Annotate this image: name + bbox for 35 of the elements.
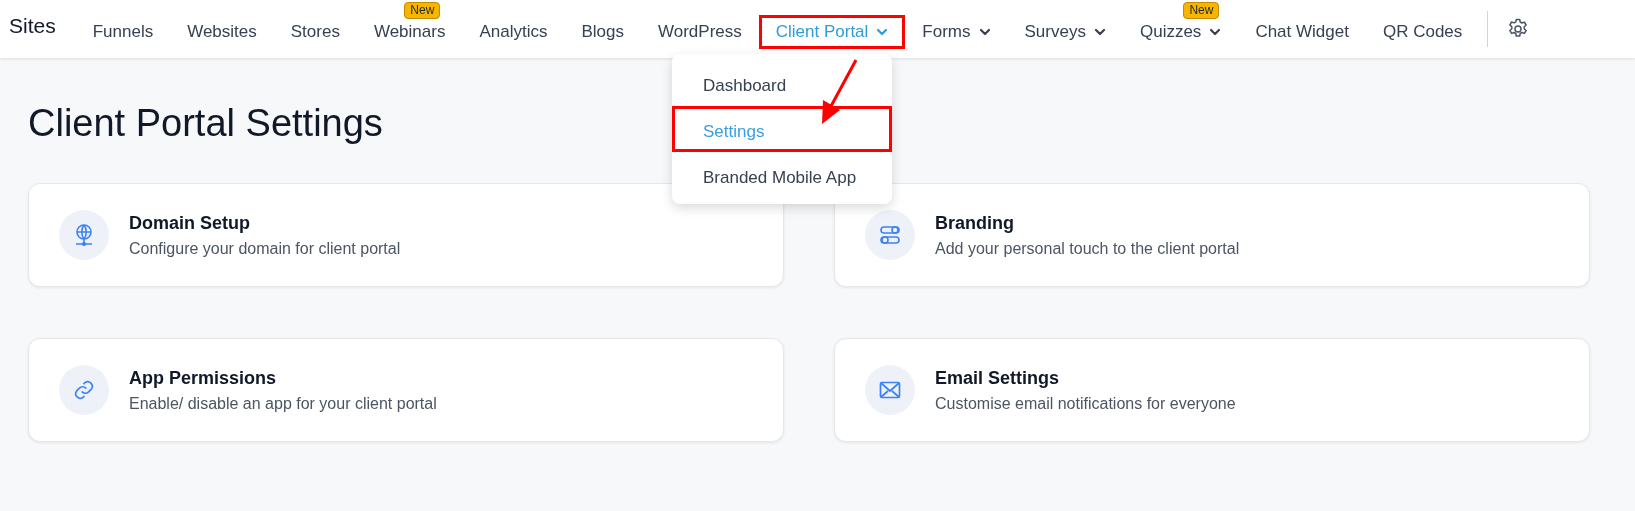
- nav-tab[interactable]: Chat Widget: [1238, 15, 1366, 49]
- globe-icon: [73, 223, 95, 247]
- new-badge: New: [1183, 2, 1220, 19]
- settings-card[interactable]: Email Settings Customise email notifications for everyone: [834, 338, 1590, 442]
- card-title: App Permissions: [129, 367, 278, 389]
- settings-card[interactable]: App Permissions Enable/ disable an app for your client portal: [28, 338, 784, 442]
- card-title: Domain Setup: [129, 212, 251, 234]
- nav-tab[interactable]: QR Codes: [1365, 15, 1480, 49]
- annotation-arrow: [822, 59, 858, 124]
- card-description: Configure your domain for client portal: [129, 239, 401, 258]
- card-title: Email Settings: [935, 367, 1061, 389]
- page-heading: Client Portal Settings: [28, 102, 383, 145]
- chevron-down-icon: [1093, 28, 1106, 36]
- mail-icon: [879, 381, 901, 399]
- nav-tab[interactable]: Stores: [273, 15, 357, 49]
- nav-tab[interactable]: Surveys: [1007, 15, 1123, 49]
- chevron-down-icon: [1209, 28, 1222, 36]
- nav-tab[interactable]: Websites: [170, 15, 274, 49]
- nav-tab[interactable]: Analytics: [462, 15, 565, 49]
- card-title: Branding: [935, 212, 1015, 234]
- new-badge: New: [404, 2, 441, 19]
- nav-tab[interactable]: WordPress: [641, 15, 759, 49]
- card-description: Add your personal touch to the client portal: [935, 239, 1240, 258]
- link-icon: [73, 379, 95, 401]
- chevron-down-icon: [978, 28, 991, 36]
- menu-item[interactable]: Dashboard: [672, 60, 892, 106]
- nav-tab[interactable]: Blogs: [564, 15, 641, 49]
- nav-tab[interactable]: Funnels: [75, 15, 171, 49]
- toggles-icon: [879, 224, 901, 246]
- card-description: Enable/ disable an app for your client portal: [129, 394, 437, 413]
- app-title: Sites: [9, 14, 56, 38]
- settings-card[interactable]: Domain Setup Configure your domain for client portal: [28, 183, 784, 287]
- nav-tab[interactable]: Forms: [905, 15, 1008, 49]
- card-description: Customise email notifications for everyone: [935, 394, 1236, 413]
- chevron-down-icon: [876, 28, 889, 36]
